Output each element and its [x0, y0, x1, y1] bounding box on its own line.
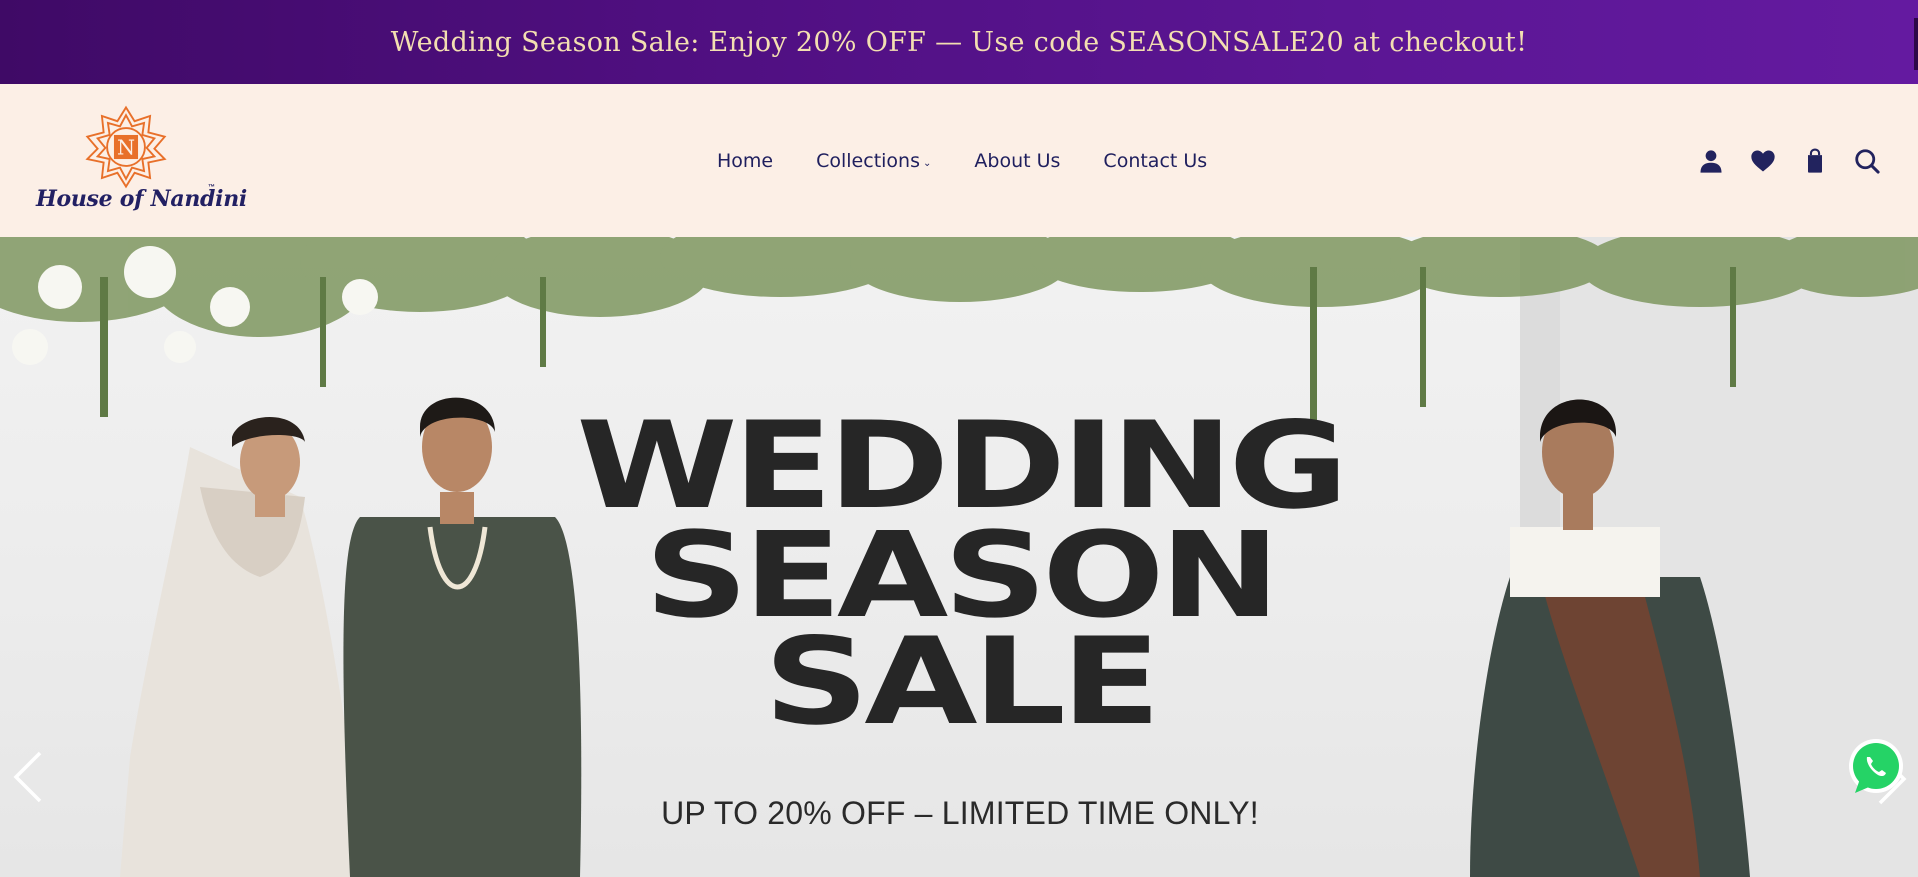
- hero-title: WEDDING SEASON SALE: [530, 407, 1390, 743]
- nav-contact-us[interactable]: Contact Us: [1103, 150, 1207, 172]
- cart-bag-icon: [1808, 148, 1822, 173]
- nav-about-us[interactable]: About Us: [974, 150, 1060, 172]
- search-button[interactable]: [1852, 146, 1882, 176]
- brand-logo[interactable]: N House of Nandini ™: [36, 104, 247, 222]
- whatsapp-button[interactable]: [1843, 735, 1909, 801]
- main-nav: Home Collections ⌄ About Us Contact Us: [717, 84, 1207, 237]
- hero-title-line-1: WEDDING: [576, 397, 1348, 536]
- wishlist-heart-icon: [1751, 150, 1775, 171]
- chevron-down-icon: ⌄: [923, 158, 932, 169]
- brand-wordmark: House of Nandini: [36, 186, 247, 212]
- announcement-text: Wedding Season Sale: Enjoy 20% OFF — Use…: [390, 26, 1528, 58]
- trademark-symbol: ™: [208, 184, 215, 191]
- nav-home[interactable]: Home: [717, 150, 773, 172]
- cart-button[interactable]: [1800, 146, 1830, 176]
- account-button[interactable]: [1696, 146, 1726, 176]
- header-icons: [1674, 84, 1882, 237]
- site-header: N House of Nandini ™ Home Collections ⌄ …: [0, 84, 1918, 237]
- nav-collections-label: Collections: [816, 149, 920, 172]
- mandala-logo-icon: N: [85, 105, 167, 189]
- nav-about-label: About Us: [974, 149, 1061, 172]
- hero-slider: WEDDING SEASON SALE UP TO 20% OFF – LIMI…: [0, 237, 1918, 877]
- whatsapp-icon: [1849, 739, 1903, 793]
- hero-title-line-3: SALE: [763, 613, 1161, 752]
- wishlist-button[interactable]: [1748, 146, 1778, 176]
- account-icon: [1700, 149, 1722, 173]
- nav-collections[interactable]: Collections ⌄: [816, 150, 931, 172]
- chevron-left-icon: [13, 751, 42, 803]
- nav-contact-label: Contact Us: [1103, 149, 1208, 172]
- announcement-bar: Wedding Season Sale: Enjoy 20% OFF — Use…: [0, 0, 1918, 84]
- svg-text:N: N: [117, 136, 135, 160]
- scrollbar-edge: [1914, 18, 1918, 70]
- slider-prev-button[interactable]: [10, 747, 46, 807]
- nav-home-label: Home: [717, 149, 774, 172]
- hero-subtitle: UP TO 20% OFF – LIMITED TIME ONLY!: [661, 795, 1259, 831]
- bride-figure: [120, 417, 360, 877]
- search-icon: [1855, 148, 1880, 174]
